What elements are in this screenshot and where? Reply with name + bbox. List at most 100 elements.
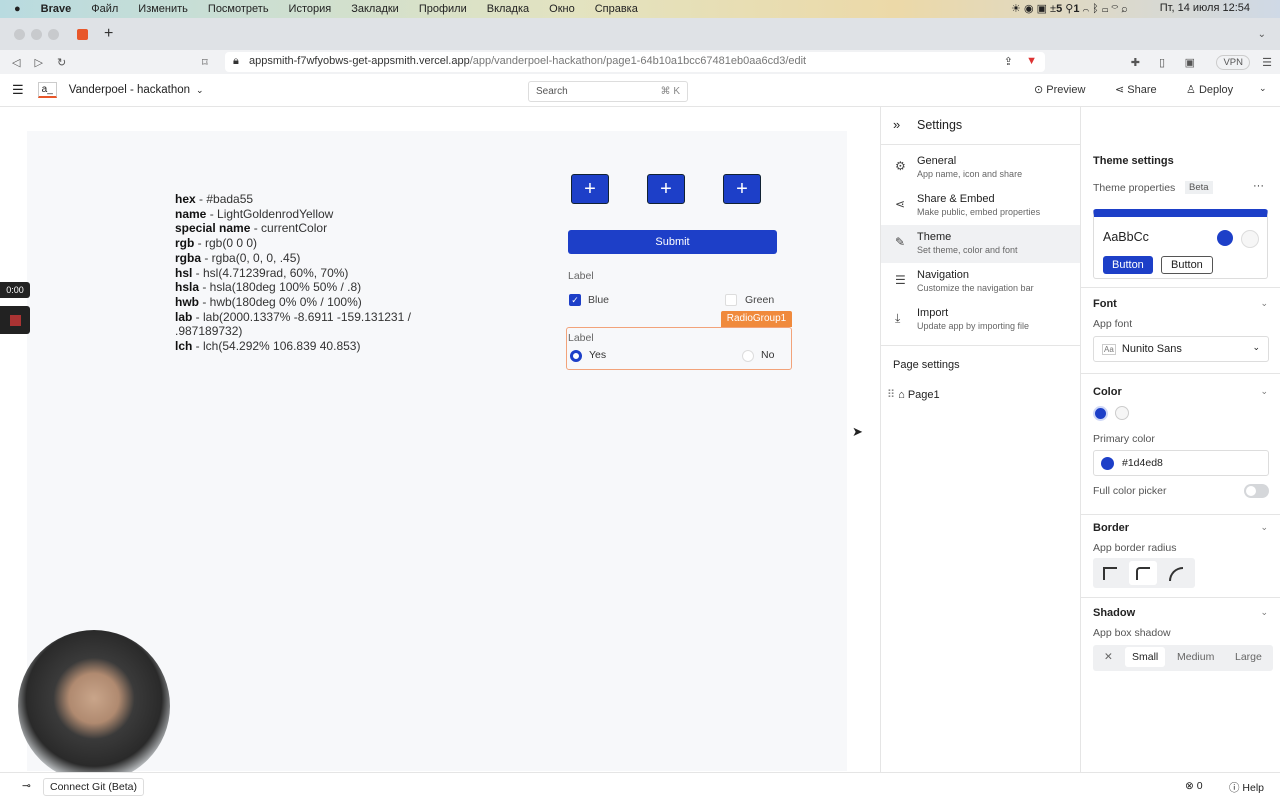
extensions-icon[interactable]: ✚ <box>1131 56 1140 69</box>
vpn-button[interactable]: VPN <box>1216 54 1250 70</box>
text-line: hsla - hsla(180deg 100% 50% / .8) <box>175 280 362 295</box>
menu-file[interactable]: Файл <box>91 3 118 15</box>
app-header: ☰ a_ Vanderpoel - hackathon ⌄ Search ⌘ K … <box>0 74 1280 107</box>
chevron-down-icon[interactable]: ⌄ <box>1260 298 1268 309</box>
window-zoom[interactable] <box>48 28 59 40</box>
chevron-down-icon[interactable]: ⌄ <box>1260 386 1268 397</box>
menu-window[interactable]: Окно <box>549 3 575 15</box>
app-font-select[interactable]: Aa Nunito Sans ⌄ <box>1093 336 1269 362</box>
window-close[interactable] <box>14 28 25 40</box>
clock[interactable]: Пт, 14 июля 12:54 <box>1160 2 1250 15</box>
checkbox-blue[interactable]: ✓ <box>569 294 581 306</box>
menu-history[interactable]: История <box>289 3 332 15</box>
text-line: name - LightGoldenrodYellow <box>175 206 334 221</box>
settings-item-theme[interactable]: ✎ Theme Set theme, color and font <box>881 225 1080 263</box>
hamburger-icon[interactable]: ☰ <box>12 82 24 98</box>
deploy-button[interactable]: ♙ Deploy <box>1186 83 1233 96</box>
text-widget[interactable]: hex - #bada55 name - LightGoldenrodYello… <box>175 192 445 354</box>
errors-button[interactable]: ⊗ 0 <box>1185 780 1203 792</box>
back-icon[interactable]: ◁ <box>12 56 20 69</box>
item-desc: App name, icon and share <box>917 169 1023 179</box>
chevron-down-icon[interactable]: ⌄ <box>1260 522 1268 533</box>
tab-list-chevron-icon[interactable]: ⌄ <box>1258 29 1266 40</box>
settings-item-navigation[interactable]: ☰ Navigation Customize the navigation bar <box>881 263 1080 301</box>
browser-menu-icon[interactable]: ☰ <box>1262 56 1272 69</box>
search-input[interactable]: Search ⌘ K <box>528 81 688 102</box>
new-tab-icon[interactable]: + <box>104 25 113 43</box>
shadow-small-option[interactable]: Small <box>1125 647 1166 667</box>
more-options-icon[interactable]: ··· <box>1253 180 1264 192</box>
radius-medium-option[interactable] <box>1129 561 1157 585</box>
collapse-icon[interactable]: » <box>893 117 900 132</box>
menu-profiles[interactable]: Профили <box>419 3 467 15</box>
menu-bookmarks[interactable]: Закладки <box>351 3 399 15</box>
wallet-icon[interactable]: ▣ <box>1185 56 1195 69</box>
radio-yes[interactable] <box>570 350 582 362</box>
shadow-medium-option[interactable]: Medium <box>1177 651 1214 663</box>
window-minimize[interactable] <box>31 28 42 40</box>
deploy-chevron-icon[interactable]: ⌄ <box>1259 83 1267 94</box>
browser-toolbar: ◁ ▷ ↻ ⌑ 🔒︎ appsmith-f7wfyobws-get-appsmit… <box>0 50 1280 74</box>
radio-no[interactable] <box>742 350 754 362</box>
brave-shield-icon[interactable]: ▼ <box>1026 55 1037 67</box>
shadow-heading[interactable]: Shadow <box>1093 607 1135 619</box>
widget-name-tag[interactable]: RadioGroup1 <box>721 311 792 327</box>
error-count: 0 <box>1196 780 1203 792</box>
theme-preview-card[interactable]: AaBbCc Button Button <box>1093 209 1268 279</box>
drag-handle-icon[interactable]: ⠿ <box>887 389 895 401</box>
menu-view[interactable]: Посмотреть <box>208 3 269 15</box>
settings-item-share-embed[interactable]: ⋖ Share & Embed Make public, embed propert… <box>881 187 1080 225</box>
appsmith-logo[interactable]: a_ <box>37 82 57 98</box>
primary-color-dot[interactable] <box>1093 406 1108 421</box>
icon-button-2[interactable]: + <box>647 174 685 204</box>
address-bar[interactable]: 🔒︎ appsmith-f7wfyobws-get-appsmith.vercel… <box>225 52 1045 72</box>
share-page-icon[interactable]: ⇪ <box>1004 55 1013 68</box>
secondary-color-swatch <box>1241 230 1259 248</box>
help-button[interactable]: ⓘ Help <box>1229 780 1264 795</box>
font-heading[interactable]: Font <box>1093 298 1117 310</box>
shadow-large-option[interactable]: Large <box>1235 651 1262 663</box>
checkbox-group-label: Label <box>568 270 594 282</box>
primary-color-input[interactable]: #1d4ed8 <box>1093 450 1269 476</box>
border-heading[interactable]: Border <box>1093 522 1129 534</box>
menu-help[interactable]: Справка <box>595 3 638 15</box>
checkbox-green-label: Green <box>745 294 775 306</box>
full-color-picker-toggle[interactable] <box>1244 484 1269 498</box>
radio-group-widget[interactable]: Label Yes No <box>566 327 792 370</box>
reload-icon[interactable]: ↻ <box>57 56 66 69</box>
connect-git-button[interactable]: Connect Git (Beta) <box>43 778 144 796</box>
radius-none-option[interactable] <box>1103 567 1117 580</box>
chevron-down-icon[interactable]: ⌄ <box>1260 607 1268 618</box>
sidebar-icon[interactable]: ▯ <box>1159 56 1165 69</box>
settings-title: Settings <box>917 118 963 132</box>
text-line: lch - lch(54.292% 106.839 40.853) <box>175 339 361 354</box>
menu-tab[interactable]: Вкладка <box>487 3 529 15</box>
menu-edit[interactable]: Изменить <box>138 3 188 15</box>
icon-button-1[interactable]: + <box>571 174 609 204</box>
font-icon: Aa <box>1102 344 1116 355</box>
icon-button-3[interactable]: + <box>723 174 761 204</box>
menu-brave[interactable]: Brave <box>41 3 72 15</box>
radio-yes-label: Yes <box>589 349 607 361</box>
preview-button[interactable]: ⊙ Preview <box>1034 83 1085 96</box>
checkbox-green[interactable] <box>725 294 737 306</box>
forward-icon[interactable]: ▷ <box>34 56 42 69</box>
tab-favicon[interactable] <box>77 28 88 40</box>
app-title[interactable]: Vanderpoel - hackathon <box>69 84 190 96</box>
color-heading[interactable]: Color <box>1093 386 1122 398</box>
stop-recording-button[interactable] <box>0 306 30 334</box>
background-color-dot[interactable] <box>1115 406 1129 420</box>
share-button[interactable]: ⋖ Share <box>1115 83 1157 96</box>
page-item[interactable]: ⠿ ⌂ Page1 <box>887 388 940 401</box>
bookmark-icon[interactable]: ⌑ <box>202 56 208 69</box>
checkbox-blue-label: Blue <box>588 294 610 306</box>
settings-item-general[interactable]: ⚙ General App name, icon and share <box>881 149 1080 187</box>
submit-button[interactable]: Submit <box>568 230 777 254</box>
apple-icon[interactable]: ● <box>14 3 21 15</box>
radius-large-option[interactable] <box>1169 567 1183 581</box>
shadow-none-option[interactable]: ✕ <box>1104 651 1113 663</box>
settings-item-import[interactable]: ⤓ Import Update app by importing file <box>881 301 1080 339</box>
chevron-down-icon[interactable]: ⌄ <box>196 85 204 96</box>
page-name: Page1 <box>907 389 940 401</box>
status-icons[interactable]: ☀ ◉ ▣ ±5 ⚲1 ⌒ ᛒ ▭ ⌔ ⌕ <box>1011 2 1128 15</box>
